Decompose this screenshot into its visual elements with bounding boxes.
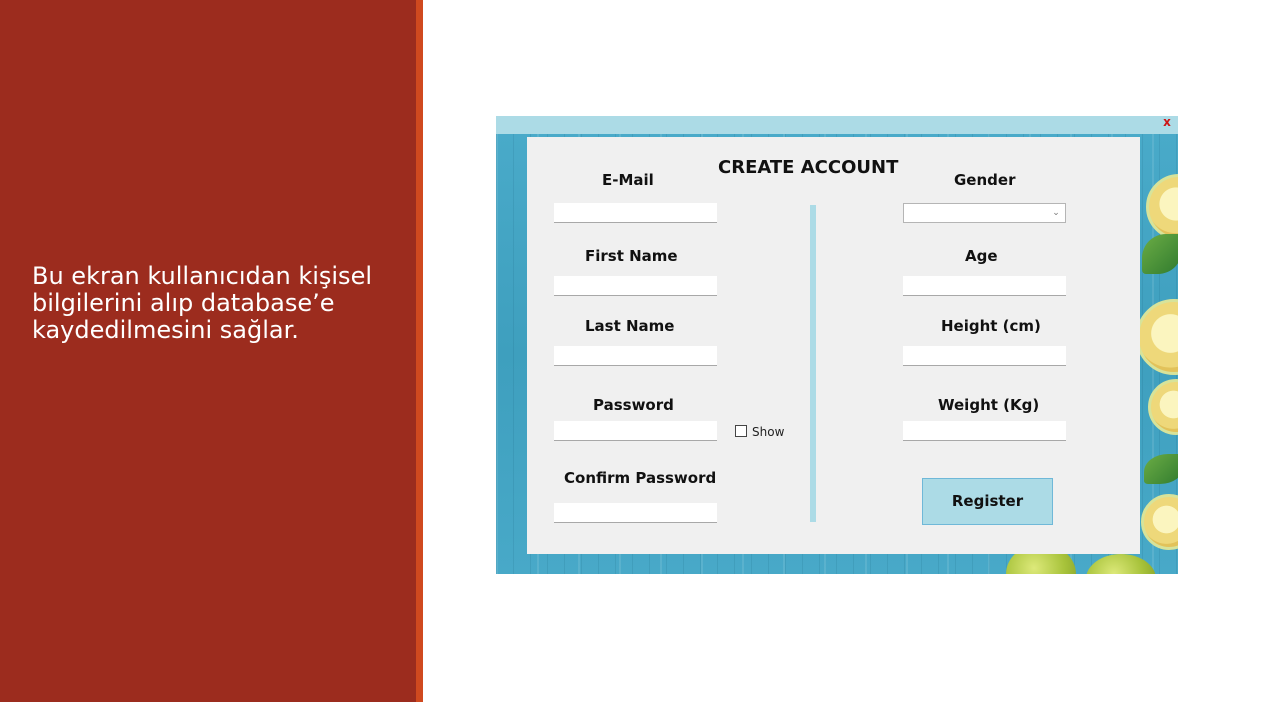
last-name-field[interactable]: [554, 346, 717, 366]
slide-description: Bu ekran kullanıcıdan kişisel bilgilerin…: [32, 262, 372, 344]
mint-leaf-image: [1142, 234, 1178, 274]
height-label: Height (cm): [941, 317, 1041, 335]
lemon-slice-image: [1141, 494, 1178, 550]
window-title-bar[interactable]: [496, 116, 1178, 134]
age-field[interactable]: [903, 276, 1066, 296]
lime-image: [1086, 554, 1156, 574]
show-password-label[interactable]: Show: [752, 425, 784, 439]
lemon-slice-image: [1148, 379, 1178, 435]
first-name-field[interactable]: [554, 276, 717, 296]
form-heading: CREATE ACCOUNT: [718, 157, 899, 178]
age-label: Age: [965, 247, 998, 265]
column-divider: [810, 205, 816, 522]
email-field[interactable]: [554, 203, 717, 223]
confirm-password-field[interactable]: [554, 503, 717, 523]
last-name-label: Last Name: [585, 317, 675, 335]
mint-leaf-image: [1144, 454, 1178, 484]
height-field[interactable]: [903, 346, 1066, 366]
password-field[interactable]: [554, 421, 717, 441]
weight-label: Weight (Kg): [938, 396, 1040, 414]
slide-side-panel: [0, 0, 416, 702]
weight-field[interactable]: [903, 421, 1066, 441]
gender-select[interactable]: ⌄: [903, 203, 1066, 223]
confirm-password-label: Confirm Password: [564, 469, 717, 487]
email-label: E-Mail: [602, 171, 654, 189]
slide-accent-bar: [416, 0, 423, 702]
lemon-slice-image: [1136, 299, 1178, 375]
gender-label: Gender: [954, 171, 1016, 189]
chevron-down-icon: ⌄: [1052, 208, 1060, 218]
register-button[interactable]: Register: [922, 478, 1053, 525]
password-label: Password: [593, 396, 674, 414]
show-password-checkbox[interactable]: [735, 425, 747, 437]
first-name-label: First Name: [585, 247, 678, 265]
lemon-slice-image: [1146, 174, 1178, 240]
close-button[interactable]: x: [1160, 115, 1174, 129]
